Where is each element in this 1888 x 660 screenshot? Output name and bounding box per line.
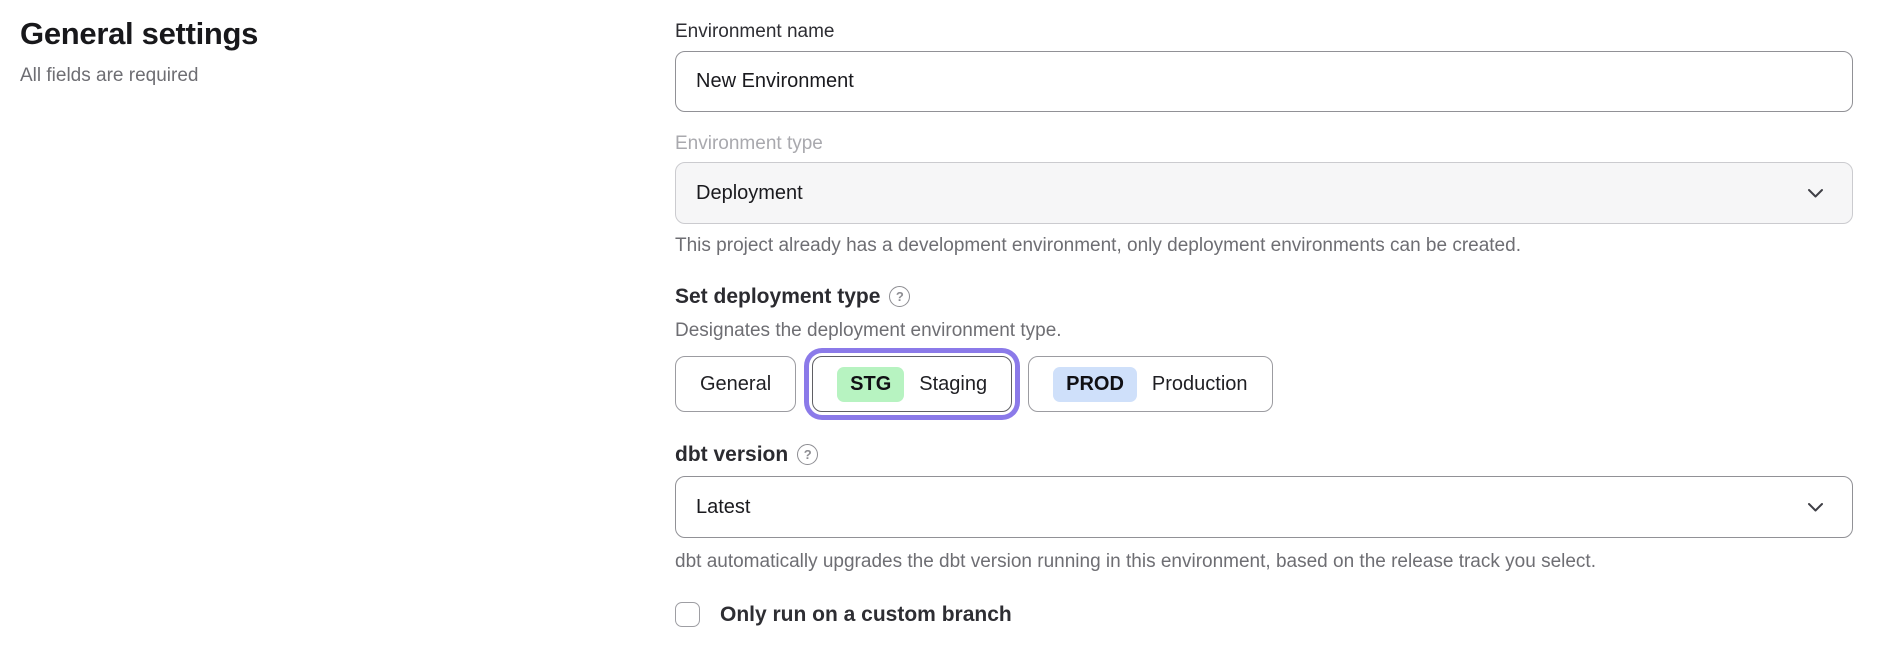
deployment-type-staging-button[interactable]: STG Staging xyxy=(812,356,1012,412)
environment-settings-page: General settings All fields are required… xyxy=(0,0,1888,660)
deployment-type-production-button[interactable]: PROD Production xyxy=(1028,356,1272,412)
help-icon[interactable]: ? xyxy=(797,444,818,465)
environment-type-select: Deployment xyxy=(675,162,1853,224)
deployment-type-heading-text: Set deployment type xyxy=(675,285,880,308)
chevron-down-icon xyxy=(1807,188,1824,199)
environment-type-value: Deployment xyxy=(696,182,803,205)
environment-type-helper: This project already has a development e… xyxy=(675,235,1853,257)
dbt-version-helper: dbt automatically upgrades the dbt versi… xyxy=(675,551,1853,573)
deployment-type-heading: Set deployment type ? xyxy=(675,285,1853,308)
dbt-version-value: Latest xyxy=(696,496,750,519)
production-badge: PROD xyxy=(1053,367,1137,402)
deployment-type-description: Designates the deployment environment ty… xyxy=(675,320,1853,342)
dbt-version-heading: dbt version ? xyxy=(675,443,1853,466)
production-button-label: Production xyxy=(1152,373,1248,396)
dbt-version-select[interactable]: Latest xyxy=(675,476,1853,538)
environment-form: Environment name Environment type Deploy… xyxy=(675,0,1853,627)
custom-branch-row: Only run on a custom branch xyxy=(675,602,1853,627)
environment-type-label: Environment type xyxy=(675,132,1853,155)
custom-branch-label[interactable]: Only run on a custom branch xyxy=(720,603,1012,627)
custom-branch-checkbox[interactable] xyxy=(675,602,700,627)
environment-name-label: Environment name xyxy=(675,20,1853,43)
general-button-label: General xyxy=(700,373,771,396)
staging-badge: STG xyxy=(837,367,904,402)
page-title: General settings xyxy=(20,16,540,52)
chevron-down-icon xyxy=(1807,502,1824,513)
deployment-type-general-button[interactable]: General xyxy=(675,356,796,412)
deployment-type-options: General STG Staging PROD Production xyxy=(675,355,1853,413)
page-subtitle: All fields are required xyxy=(20,65,540,87)
dbt-version-heading-text: dbt version xyxy=(675,443,788,466)
staging-button-label: Staging xyxy=(919,373,987,396)
environment-name-input[interactable] xyxy=(675,51,1853,112)
help-icon[interactable]: ? xyxy=(889,286,910,307)
settings-intro: General settings All fields are required xyxy=(20,16,540,87)
